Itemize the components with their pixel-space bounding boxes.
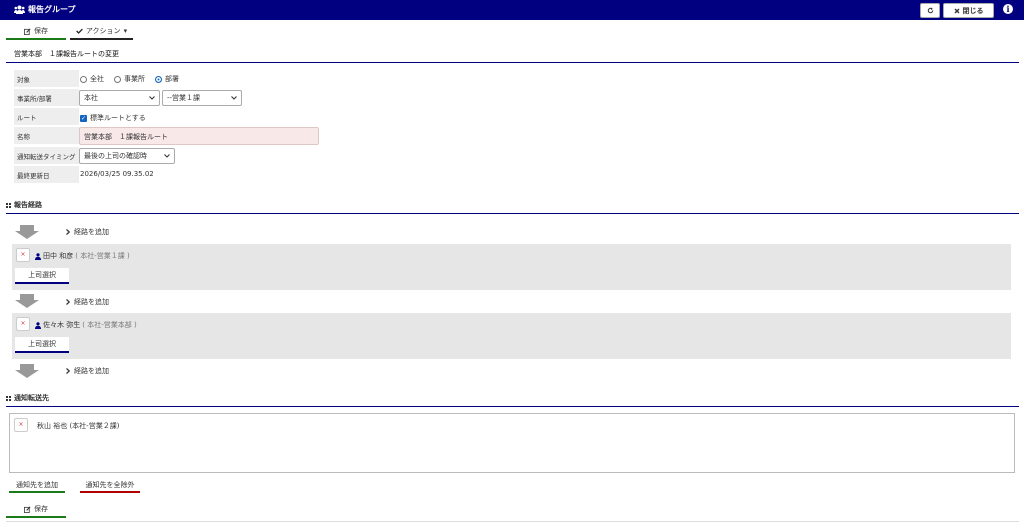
title-text: 報告グループ (28, 5, 76, 14)
footer-save-label: 保存 (34, 505, 48, 513)
down-arrow-icon (15, 225, 39, 239)
add-route-link[interactable]: 経路を追加 (66, 227, 109, 237)
person-dept: ( 本社-営業本部 ) (82, 321, 137, 329)
action-label: アクション (85, 27, 121, 35)
report-route-heading: 報告経路 (6, 200, 42, 210)
divider (6, 406, 1019, 407)
notify-heading: 通知転送先 (6, 393, 49, 403)
updated-value: 2026/03/25 09.35.02 (80, 170, 154, 178)
add-route-label: 経路を追加 (74, 298, 109, 306)
add-route-link[interactable]: 経路を追加 (66, 297, 109, 307)
office-label: 事業所/部署 (14, 89, 79, 106)
person-name: 田中 和彦 (43, 252, 74, 260)
radio-all[interactable] (80, 75, 87, 83)
refresh-button[interactable] (920, 3, 940, 18)
timing-select[interactable]: 最後の上司の確認時 (79, 148, 175, 164)
add-route-label: 経路を追加 (74, 228, 109, 236)
down-arrow-icon (15, 294, 39, 308)
radio-office[interactable] (114, 75, 121, 83)
footer-save-button[interactable]: 保存 (6, 502, 66, 518)
report-route-title: 報告経路 (14, 201, 42, 209)
remove-notify-button[interactable]: × (14, 418, 28, 432)
route-label: ルート (14, 108, 79, 125)
add-route-label: 経路を追加 (74, 367, 109, 375)
refresh-icon (927, 7, 933, 14)
remove-step-button[interactable]: × (16, 317, 30, 331)
check-icon (76, 28, 83, 34)
route-step: × 田中 和彦 ( 本社-営業１課 ) 上司選択 (12, 244, 1011, 290)
standard-route-label: 標準ルートとする (90, 114, 146, 122)
department-select[interactable]: --営業１課 (162, 90, 242, 106)
title: 報告グループ (14, 4, 76, 15)
close-label: 閉じる (962, 6, 984, 15)
remove-step-button[interactable]: × (16, 248, 30, 262)
name-input[interactable]: 営業本部 １課報告ルート (79, 127, 319, 145)
add-route-link[interactable]: 経路を追加 (66, 366, 109, 376)
bottom-divider (6, 521, 1019, 522)
page-subtitle: 営業本部 １課報告ルートの変更 (14, 50, 119, 58)
checkbox-checked-icon[interactable]: ✓ (80, 114, 87, 122)
caret-down-icon: ▾ (123, 27, 128, 35)
down-arrow-icon (15, 364, 39, 378)
chevron-down-icon (149, 96, 155, 100)
timing-select-value: 最後の上司の確認時 (84, 152, 147, 160)
chevron-down-icon (231, 96, 237, 100)
standard-route-checkbox[interactable]: ✓ 標準ルートとする (80, 113, 146, 123)
radio-office-label: 事業所 (124, 75, 145, 83)
grid-icon (6, 395, 12, 401)
radio-department[interactable] (155, 75, 162, 83)
name-label: 名称 (14, 127, 79, 144)
target-label: 対象 (14, 70, 79, 87)
person-dept: ( 本社-営業１課 ) (75, 252, 130, 260)
add-notify-button[interactable]: 通知先を追加 (9, 479, 65, 493)
users-icon (14, 5, 25, 14)
office-select[interactable]: 本社 (79, 90, 160, 106)
office-select-value: 本社 (84, 94, 98, 102)
select-boss-button[interactable]: 上司選択 (15, 337, 69, 353)
radio-all-label: 全社 (90, 75, 104, 83)
chevron-right-icon (66, 368, 70, 374)
chevron-right-icon (66, 299, 70, 305)
target-radio-group: 全社 事業所 部署 (80, 74, 179, 84)
user-icon (35, 252, 41, 260)
grid-icon (6, 202, 12, 208)
close-icon (954, 8, 959, 13)
radio-department-label: 部署 (165, 75, 179, 83)
remove-all-notify-button[interactable]: 通知先を全除外 (80, 479, 140, 493)
notify-list: × 秋山 裕也 (本社-営業２課) (9, 413, 1015, 473)
notify-title: 通知転送先 (14, 394, 49, 402)
action-menu-button[interactable]: アクション ▾ (70, 24, 133, 40)
edit-icon (24, 506, 31, 513)
title-bar: 報告グループ 閉じる i (0, 0, 1024, 20)
department-select-value: --営業１課 (167, 94, 201, 102)
select-boss-button[interactable]: 上司選択 (15, 268, 69, 284)
save-label: 保存 (34, 27, 48, 35)
chevron-right-icon (66, 229, 70, 235)
divider (6, 62, 1019, 63)
save-button[interactable]: 保存 (6, 24, 66, 40)
divider (6, 213, 1019, 214)
timing-label: 通知転送タイミング (14, 147, 79, 164)
user-icon (35, 321, 41, 329)
close-button[interactable]: 閉じる (943, 3, 994, 18)
route-person: 佐々木 弥生 ( 本社-営業本部 ) (35, 320, 137, 330)
edit-icon (24, 28, 31, 35)
route-step: × 佐々木 弥生 ( 本社-営業本部 ) 上司選択 (12, 313, 1011, 359)
route-person: 田中 和彦 ( 本社-営業１課 ) (35, 251, 130, 261)
updated-label: 最終更新日 (14, 166, 79, 183)
chevron-down-icon (164, 154, 170, 158)
person-name: 佐々木 弥生 (43, 321, 81, 329)
info-icon[interactable]: i (1003, 4, 1013, 14)
notify-entry: 秋山 裕也 (本社-営業２課) (37, 422, 120, 430)
